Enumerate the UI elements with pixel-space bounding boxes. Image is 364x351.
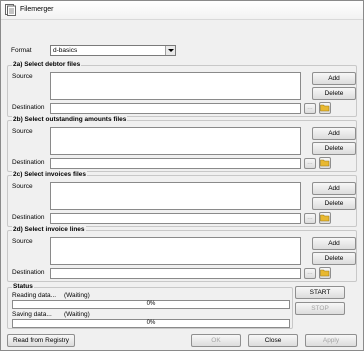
source-label: Source: [12, 183, 33, 190]
title-bar: Filemerger: [1, 1, 363, 20]
destination-field[interactable]: [50, 268, 301, 279]
reading-progress-text: 0%: [146, 301, 156, 307]
reading-progress-bar: 0%: [12, 300, 290, 309]
saving-progress-bar: 0%: [12, 319, 290, 328]
format-label: Format: [11, 47, 32, 54]
ok-button[interactable]: OK: [191, 334, 241, 347]
open-folder-button[interactable]: [319, 157, 331, 169]
saving-progress-text: 0%: [146, 320, 156, 326]
reading-label: Reading data...: [12, 292, 57, 299]
browse-button[interactable]: ...: [304, 158, 316, 169]
filemerger-window: Filemerger Format d-basics 2a) Select de…: [0, 0, 364, 351]
source-list[interactable]: [50, 72, 301, 100]
folder-open-icon: [320, 269, 330, 277]
source-label: Source: [12, 73, 33, 80]
source-label: Source: [12, 128, 33, 135]
destination-label: Destination: [12, 269, 45, 276]
destination-field[interactable]: [50, 103, 301, 114]
add-button[interactable]: Add: [312, 127, 356, 140]
open-folder-button[interactable]: [319, 102, 331, 114]
group-title: 2c) Select invoices files: [12, 171, 87, 178]
group-title: 2d) Select invoice lines: [12, 226, 86, 233]
apply-button[interactable]: Apply: [305, 334, 357, 347]
status-title: Status: [12, 283, 34, 290]
add-button[interactable]: Add: [312, 237, 356, 250]
group-outstanding-amounts-files: 2b) Select outstanding amounts files Sou…: [7, 116, 357, 172]
delete-button[interactable]: Delete: [312, 142, 356, 155]
destination-label: Destination: [12, 159, 45, 166]
status-group: Status Reading data... (Waiting) 0% Savi…: [7, 283, 293, 329]
delete-button[interactable]: Delete: [312, 197, 356, 210]
folder-open-icon: [320, 214, 330, 222]
destination-label: Destination: [12, 104, 45, 111]
folder-open-icon: [320, 104, 330, 112]
group-title: 2a) Select debtor files: [12, 61, 82, 68]
saving-label: Saving data...: [12, 311, 52, 318]
destination-field[interactable]: [50, 158, 301, 169]
format-select[interactable]: d-basics: [50, 45, 176, 56]
open-folder-button[interactable]: [319, 212, 331, 224]
chevron-down-icon[interactable]: [165, 46, 175, 55]
source-list[interactable]: [50, 237, 301, 265]
delete-button[interactable]: Delete: [312, 252, 356, 265]
source-list[interactable]: [50, 127, 301, 155]
window-title: Filemerger: [20, 6, 54, 13]
destination-field[interactable]: [50, 213, 301, 224]
browse-button[interactable]: ...: [304, 103, 316, 114]
start-button[interactable]: START: [295, 286, 345, 299]
browse-button[interactable]: ...: [304, 268, 316, 279]
source-list[interactable]: [50, 182, 301, 210]
browse-button[interactable]: ...: [304, 213, 316, 224]
format-value: d-basics: [53, 47, 78, 54]
delete-button[interactable]: Delete: [312, 87, 356, 100]
add-button[interactable]: Add: [312, 182, 356, 195]
read-from-registry-button[interactable]: Read from Registry: [7, 334, 75, 347]
group-title: 2b) Select outstanding amounts files: [12, 116, 128, 123]
source-label: Source: [12, 238, 33, 245]
group-debtor-files: 2a) Select debtor files Source Destinati…: [7, 61, 357, 117]
group-invoice-lines: 2d) Select invoice lines Source Destinat…: [7, 226, 357, 282]
destination-label: Destination: [12, 214, 45, 221]
open-folder-button[interactable]: [319, 267, 331, 279]
group-invoices-files: 2c) Select invoices files Source Destina…: [7, 171, 357, 227]
stop-button[interactable]: STOP: [295, 302, 345, 315]
reading-state: (Waiting): [64, 292, 90, 299]
app-icon: [5, 4, 16, 16]
add-button[interactable]: Add: [312, 72, 356, 85]
saving-state: (Waiting): [64, 311, 90, 318]
folder-open-icon: [320, 159, 330, 167]
close-button[interactable]: Close: [248, 334, 298, 347]
